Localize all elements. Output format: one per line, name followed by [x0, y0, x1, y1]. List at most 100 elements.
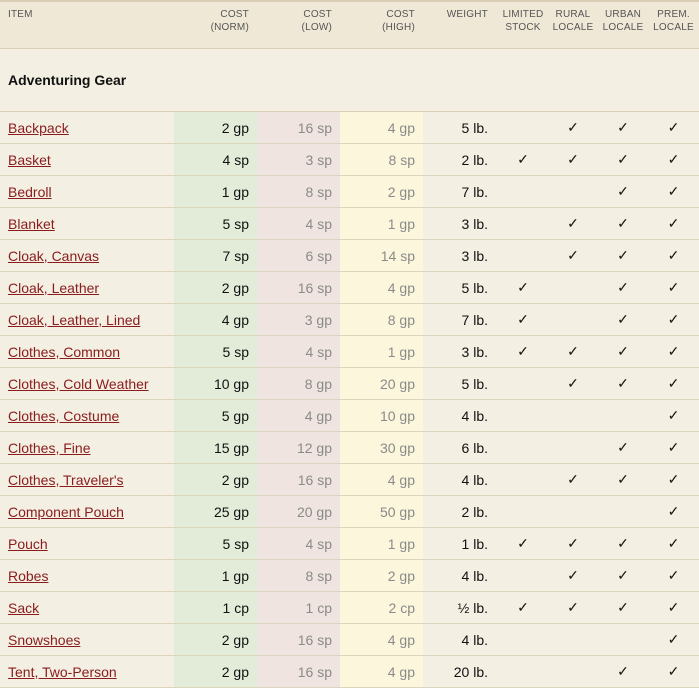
rural-locale-check: ✓	[548, 207, 598, 240]
section-row: Adventuring Gear	[0, 48, 699, 112]
weight-cell: 2 lb.	[423, 495, 498, 528]
header-limited-stock[interactable]: LIMITED STOCK	[498, 0, 548, 49]
cost-high-cell: 1 gp	[340, 207, 423, 240]
item-link[interactable]: Clothes, Common	[8, 344, 120, 360]
rural-locale-check	[548, 431, 598, 464]
cost-high-cell: 14 sp	[340, 239, 423, 272]
item-link[interactable]: Clothes, Fine	[8, 440, 90, 456]
cost-low-cell: 8 sp	[257, 175, 340, 208]
item-link[interactable]: Tent, Two-Person	[8, 664, 117, 680]
item-link[interactable]: Bedroll	[8, 184, 52, 200]
cost-norm-cell: 2 gp	[174, 111, 257, 144]
table-row: Backpack 2 gp 16 sp 4 gp 5 lb. ✓ ✓ ✓	[0, 111, 699, 144]
prem-locale-check: ✓	[648, 271, 699, 304]
cost-norm-cell: 2 gp	[174, 623, 257, 656]
rural-locale-check: ✓	[548, 591, 598, 624]
item-link[interactable]: Robes	[8, 568, 48, 584]
item-link[interactable]: Clothes, Cold Weather	[8, 376, 149, 392]
table-row: Robes 1 gp 8 sp 2 gp 4 lb. ✓ ✓ ✓	[0, 559, 699, 592]
header-prem-locale[interactable]: PREM. LOCALE	[648, 0, 699, 49]
rural-locale-check: ✓	[548, 527, 598, 560]
item-cell: Clothes, Fine	[0, 431, 174, 464]
cost-low-cell: 4 sp	[257, 207, 340, 240]
cost-norm-cell: 15 gp	[174, 431, 257, 464]
weight-cell: 7 lb.	[423, 303, 498, 336]
cost-low-cell: 4 gp	[257, 399, 340, 432]
item-link[interactable]: Pouch	[8, 536, 48, 552]
item-cell: Component Pouch	[0, 495, 174, 528]
header-cost-high[interactable]: COST (HIGH)	[340, 0, 423, 49]
prem-locale-check: ✓	[648, 559, 699, 592]
rural-locale-check	[548, 175, 598, 208]
item-cell: Sack	[0, 591, 174, 624]
urban-locale-check: ✓	[598, 335, 648, 368]
limited-stock-check: ✓	[498, 303, 548, 336]
header-cost-norm[interactable]: COST (NORM)	[174, 0, 257, 49]
header-cost-low[interactable]: COST (LOW)	[257, 0, 340, 49]
weight-cell: 5 lb.	[423, 111, 498, 144]
cost-high-cell: 4 gp	[340, 463, 423, 496]
prem-locale-check: ✓	[648, 367, 699, 400]
urban-locale-check: ✓	[598, 303, 648, 336]
item-link[interactable]: Clothes, Traveler's	[8, 472, 124, 488]
header-weight[interactable]: WEIGHT	[423, 0, 498, 49]
rural-locale-check: ✓	[548, 143, 598, 176]
item-link[interactable]: Cloak, Leather	[8, 280, 99, 296]
limited-stock-check: ✓	[498, 527, 548, 560]
item-cell: Blanket	[0, 207, 174, 240]
table-row: Clothes, Traveler's 2 gp 16 sp 4 gp 4 lb. ✓ ✓ ✓	[0, 463, 699, 496]
item-link[interactable]: Clothes, Costume	[8, 408, 119, 424]
table-row: Bedroll 1 gp 8 sp 2 gp 7 lb. ✓ ✓	[0, 175, 699, 208]
urban-locale-check	[598, 495, 648, 528]
rural-locale-check: ✓	[548, 559, 598, 592]
limited-stock-check	[498, 559, 548, 592]
item-link[interactable]: Sack	[8, 600, 39, 616]
header-item[interactable]: ITEM	[0, 0, 174, 49]
rural-locale-check	[548, 303, 598, 336]
cost-low-cell: 8 sp	[257, 559, 340, 592]
item-cell: Clothes, Common	[0, 335, 174, 368]
limited-stock-check	[498, 463, 548, 496]
item-link[interactable]: Cloak, Leather, Lined	[8, 312, 140, 328]
table-row: Cloak, Canvas 7 sp 6 sp 14 sp 3 lb. ✓ ✓ ✓	[0, 239, 699, 272]
item-link[interactable]: Backpack	[8, 120, 69, 136]
limited-stock-check	[498, 399, 548, 432]
item-link[interactable]: Blanket	[8, 216, 55, 232]
cost-low-cell: 12 gp	[257, 431, 340, 464]
header-rural-locale[interactable]: RURAL LOCALE	[548, 0, 598, 49]
cost-low-cell: 4 sp	[257, 527, 340, 560]
cost-high-cell: 2 gp	[340, 175, 423, 208]
cost-high-cell: 30 gp	[340, 431, 423, 464]
cost-low-cell: 8 gp	[257, 367, 340, 400]
cost-low-cell: 3 sp	[257, 143, 340, 176]
header-cost-high-line1: COST	[386, 9, 415, 20]
cost-norm-cell: 25 gp	[174, 495, 257, 528]
item-cell: Cloak, Leather, Lined	[0, 303, 174, 336]
prem-locale-check: ✓	[648, 495, 699, 528]
table-row: Clothes, Cold Weather 10 gp 8 gp 20 gp 5 lb.…	[0, 367, 699, 400]
weight-cell: 3 lb.	[423, 335, 498, 368]
cost-low-cell: 3 gp	[257, 303, 340, 336]
limited-stock-check	[498, 207, 548, 240]
item-link[interactable]: Basket	[8, 152, 51, 168]
item-cell: Clothes, Costume	[0, 399, 174, 432]
item-link[interactable]: Snowshoes	[8, 632, 80, 648]
prem-locale-check: ✓	[648, 431, 699, 464]
rural-locale-check: ✓	[548, 335, 598, 368]
urban-locale-check	[598, 399, 648, 432]
item-link[interactable]: Cloak, Canvas	[8, 248, 99, 264]
cost-norm-cell: 1 gp	[174, 559, 257, 592]
urban-locale-check: ✓	[598, 591, 648, 624]
table-row: Pouch 5 sp 4 sp 1 gp 1 lb. ✓ ✓ ✓ ✓	[0, 527, 699, 560]
header-rural-line2: LOCALE	[552, 22, 594, 33]
limited-stock-check: ✓	[498, 143, 548, 176]
weight-cell: 4 lb.	[423, 559, 498, 592]
urban-locale-check: ✓	[598, 271, 648, 304]
prem-locale-check: ✓	[648, 111, 699, 144]
header-urban-locale[interactable]: URBAN LOCALE	[598, 0, 648, 49]
item-cell: Clothes, Traveler's	[0, 463, 174, 496]
limited-stock-check	[498, 239, 548, 272]
item-cell: Snowshoes	[0, 623, 174, 656]
header-cost-high-line2: (HIGH)	[382, 22, 415, 33]
item-link[interactable]: Component Pouch	[8, 504, 124, 520]
